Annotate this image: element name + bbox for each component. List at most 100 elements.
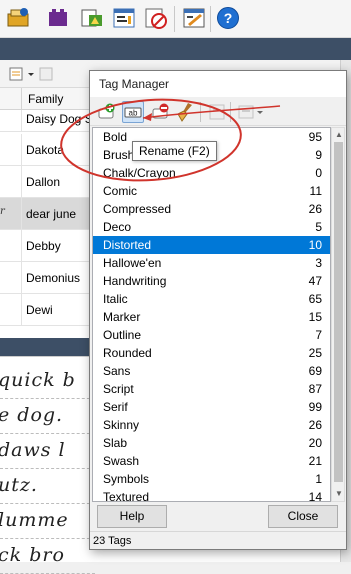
tag-name: Symbols — [103, 472, 150, 486]
preview-text: daws l — [0, 439, 66, 461]
tag-count: 95 — [308, 130, 322, 144]
tag-row[interactable]: Deco 5 — [93, 218, 330, 236]
tag-name: Serif — [103, 400, 128, 414]
tag-manager-icon[interactable] — [182, 6, 206, 30]
tag-row[interactable]: Distorted 10 — [93, 236, 330, 254]
tag-count: 0 — [315, 166, 322, 180]
preview-line: e dog. — [0, 398, 95, 434]
font-family-name: Dewi — [26, 303, 53, 317]
install-fonts-icon[interactable] — [6, 6, 30, 30]
tag-row[interactable]: Comic 11 — [93, 182, 330, 200]
dialog-title: Tag Manager — [99, 77, 170, 91]
export-tags-icon[interactable] — [206, 101, 228, 123]
tag-name: Comic — [103, 184, 138, 198]
tag-name: Script — [103, 382, 134, 396]
tag-count: 21 — [308, 454, 322, 468]
row-preview-cell — [0, 166, 22, 198]
preview-column-header[interactable] — [0, 88, 22, 110]
tag-row[interactable]: Rounded 25 — [93, 344, 330, 362]
svg-text:?: ? — [224, 10, 233, 26]
tag-name: Deco — [103, 220, 132, 234]
tag-list-scrollbar[interactable]: ▲ ▼ — [331, 127, 345, 502]
preview-text: e dog. — [0, 404, 64, 426]
tag-row[interactable]: Outline 7 — [93, 326, 330, 344]
tag-name: Swash — [103, 454, 140, 468]
tag-count: 1 — [315, 472, 322, 486]
scroll-down-icon[interactable]: ▼ — [334, 489, 344, 499]
preview-line: ck bro — [0, 538, 95, 574]
tag-count: 9 — [315, 148, 322, 162]
tag-name: Distorted — [103, 238, 152, 252]
dialog-titlebar[interactable]: Tag Manager — [90, 71, 346, 97]
tag-count: 7 — [315, 328, 322, 342]
font-family-name: Dallon — [26, 175, 61, 189]
clean-tags-icon[interactable] — [174, 101, 196, 123]
preview-text: utz. — [0, 474, 38, 496]
preview-line: quick b — [0, 363, 95, 399]
preview-line: daws l — [0, 433, 95, 469]
font-family-name: Debby — [26, 239, 61, 253]
tag-name: Outline — [103, 328, 142, 342]
tag-name: Sans — [103, 364, 131, 378]
family-column-header[interactable]: Family — [28, 92, 63, 106]
tag-name: Compressed — [103, 202, 172, 216]
tag-row[interactable]: Slab 20 — [93, 434, 330, 452]
preview-line: lumme — [0, 503, 95, 539]
tag-count: 3 — [315, 256, 322, 270]
delete-tag-icon[interactable] — [150, 101, 172, 123]
row-preview-cell: r — [0, 198, 22, 230]
font-family-name: dear june — [26, 207, 77, 221]
tag-row[interactable]: Sans 69 — [93, 362, 330, 380]
tag-count: 15 — [308, 310, 322, 324]
view-options-icon[interactable] — [8, 66, 68, 82]
tag-count: 87 — [308, 382, 322, 396]
tag-row[interactable]: Script 87 — [93, 380, 330, 398]
tag-row[interactable]: Swash 21 — [93, 452, 330, 470]
tag-row[interactable]: Chalk/Crayon 0 — [93, 164, 330, 182]
tag-count: 26 — [308, 202, 322, 216]
dialog-toolbar: ab — [90, 98, 346, 126]
scroll-up-icon[interactable]: ▲ — [334, 130, 344, 140]
tag-count: 10 — [308, 238, 322, 252]
tag-row[interactable]: Handwriting 47 — [93, 272, 330, 290]
preview-text: lumme — [0, 509, 69, 531]
tag-row[interactable]: Compressed 26 — [93, 200, 330, 218]
close-button[interactable]: Close — [268, 505, 338, 528]
add-tag-icon[interactable] — [96, 101, 118, 123]
tag-row[interactable]: Hallowe'en 3 — [93, 254, 330, 272]
rename-tag-icon[interactable]: ab — [122, 101, 144, 123]
tag-count: 47 — [308, 274, 322, 288]
help-button[interactable]: Help — [97, 505, 167, 528]
tag-row[interactable]: Textured 14 — [93, 488, 330, 502]
tag-list[interactable]: Bold 95 Brush 9 Chalk/Crayon 0 Comic 11 Compress… — [92, 127, 331, 502]
row-preview-cell — [0, 134, 22, 166]
help-icon[interactable]: ? — [216, 6, 240, 30]
scrollbar-thumb[interactable] — [334, 142, 343, 482]
row-preview-cell — [0, 110, 22, 132]
preview-line: utz. — [0, 468, 95, 504]
tag-name: Skinny — [103, 418, 140, 432]
tag-row[interactable]: Symbols 1 — [93, 470, 330, 488]
properties-icon[interactable] — [112, 6, 136, 30]
collection-icon[interactable] — [46, 6, 70, 30]
toolbar-divider — [210, 6, 211, 32]
tag-name: Bold — [103, 130, 128, 144]
tag-count: 20 — [308, 436, 322, 450]
tag-menu-dropdown-icon[interactable] — [236, 101, 266, 123]
tag-row[interactable]: Italic 65 — [93, 290, 330, 308]
tag-name: Handwriting — [103, 274, 167, 288]
tag-row[interactable]: Marker 15 — [93, 308, 330, 326]
tag-name: Rounded — [103, 346, 152, 360]
disable-font-icon[interactable] — [144, 6, 168, 30]
row-preview-cell — [0, 230, 22, 262]
tag-row[interactable]: Serif 99 — [93, 398, 330, 416]
tag-count-status: 23 Tags — [93, 535, 132, 547]
tag-row[interactable]: Skinny 26 — [93, 416, 330, 434]
tag-name: Chalk/Crayon — [103, 166, 176, 180]
tag-count: 14 — [308, 490, 322, 502]
row-preview-cell — [0, 294, 22, 326]
row-preview-cell — [0, 262, 22, 294]
status-bar: 23 Tags — [90, 531, 346, 549]
font-map-icon[interactable] — [80, 6, 104, 30]
header-band — [0, 38, 351, 60]
